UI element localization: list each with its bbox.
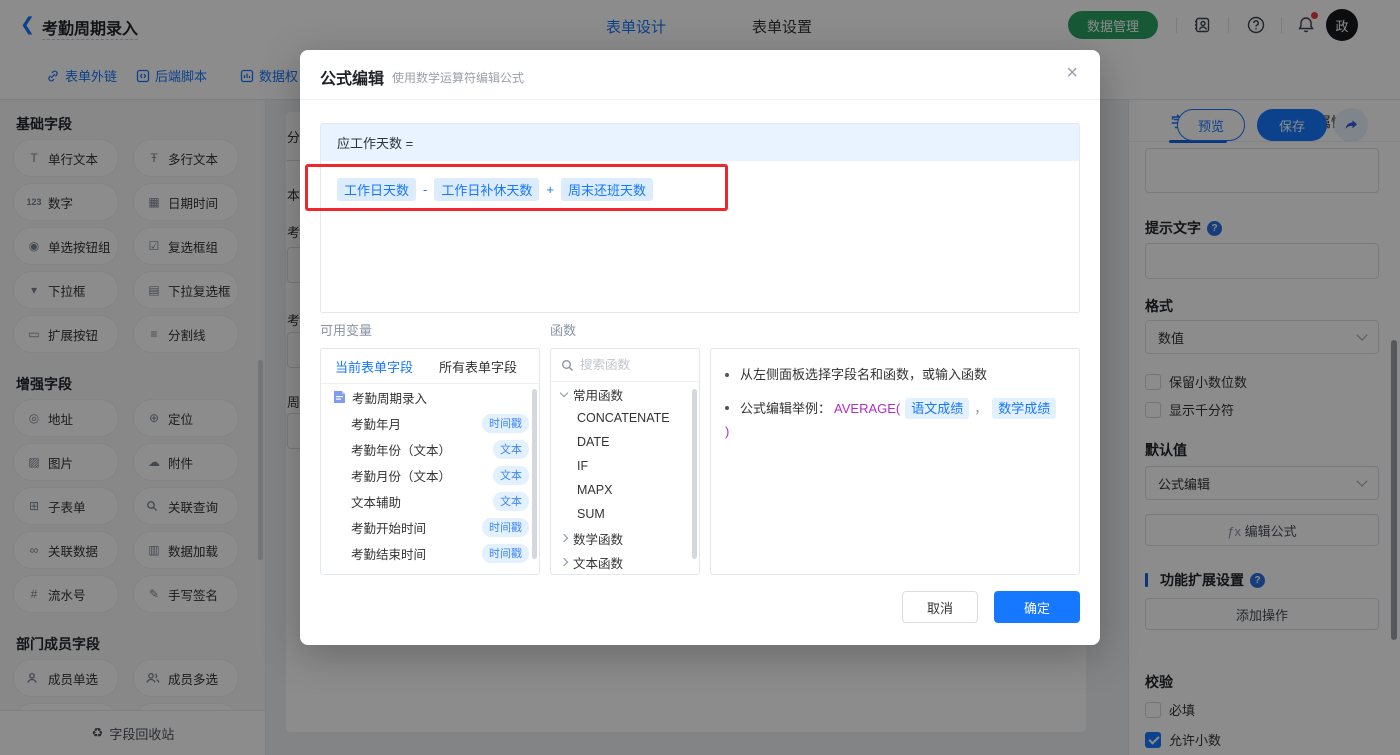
formula-operator: + <box>546 182 554 197</box>
help-line-2: 公式编辑举例： AVERAGE( 语文成绩 ， 数学成绩 ) <box>725 397 1065 442</box>
type-badge: 时间戳 <box>482 413 529 433</box>
function-item[interactable]: SUM <box>551 502 699 526</box>
modal-subtitle: 使用数学运算符编辑公式 <box>392 71 525 85</box>
tab-current-form-fields[interactable]: 当前表单字段 <box>335 357 413 376</box>
confirm-button[interactable]: 确定 <box>994 591 1080 623</box>
function-item[interactable]: CONCATENATE <box>551 406 699 430</box>
search-icon <box>562 359 573 371</box>
example-field-pill: 语文成绩 <box>905 397 970 419</box>
example-function-name: AVERAGE( <box>834 400 901 416</box>
type-badge: 时间戳 <box>482 543 529 563</box>
variables-scrollbar[interactable] <box>532 389 537 559</box>
chevron-down-icon <box>559 388 569 397</box>
functions-panel: 常用函数 CONCATENATE DATE IF MAPX SUM 数学函数 文… <box>550 348 700 575</box>
formula-field-token[interactable]: 工作日补休天数 <box>434 178 540 201</box>
chevron-right-icon <box>559 533 569 543</box>
variable-row[interactable]: 考勤结束时间 时间戳 <box>321 540 539 566</box>
functions-scrollbar[interactable] <box>692 389 697 559</box>
type-badge: 时间戳 <box>482 517 529 537</box>
formula-operator: - <box>423 182 428 197</box>
example-field-pill: 数学成绩 <box>992 397 1057 419</box>
formula-editor-modal: 公式编辑 使用数学运算符编辑公式 × 应工作天数 = 工作日天数 - 工作日补休… <box>300 50 1100 645</box>
app-root: ❮ 考勤周期录入 表单设计 表单设置 数据管理 政 表单外链 后端脚本 数据权 … <box>0 0 1400 755</box>
variable-row[interactable]: 考勤年份（文本） 文本 <box>321 436 539 462</box>
formula-expression[interactable]: 工作日天数 - 工作日补休天数 + 周末还班天数 <box>321 161 1079 218</box>
type-badge: 文本 <box>493 491 529 511</box>
function-group-math[interactable]: 数学函数 <box>551 526 699 550</box>
function-item[interactable]: DATE <box>551 430 699 454</box>
close-icon[interactable]: × <box>1066 63 1078 83</box>
type-badge: 文本 <box>493 439 529 459</box>
type-badge: 文本 <box>493 465 529 485</box>
function-group-common[interactable]: 常用函数 <box>551 382 699 406</box>
formula-field-token[interactable]: 周末还班天数 <box>560 178 653 201</box>
variable-row[interactable]: 文本辅助 文本 <box>321 488 539 514</box>
function-group-text[interactable]: 文本函数 <box>551 550 699 574</box>
function-item[interactable]: MAPX <box>551 478 699 502</box>
variables-label: 可用变量 <box>320 323 373 338</box>
variable-row[interactable]: 考勤年月 时间戳 <box>321 410 539 436</box>
formula-field-token[interactable]: 工作日天数 <box>337 178 417 201</box>
formula-target: 应工作天数 = <box>321 124 1079 161</box>
variables-tabs: 当前表单字段 所有表单字段 <box>321 349 539 384</box>
variables-panel: 当前表单字段 所有表单字段 考勤周期录入 考勤年月 时间戳 考勤年份（文本） 文本 … <box>320 348 540 575</box>
modal-title: 公式编辑 <box>320 71 385 88</box>
variable-row-partial[interactable] <box>321 566 539 574</box>
functions-label: 函数 <box>550 323 577 338</box>
cancel-button[interactable]: 取消 <box>902 591 978 623</box>
form-doc-icon <box>334 391 345 403</box>
variable-row[interactable]: 考勤月份（文本） 文本 <box>321 462 539 488</box>
chevron-right-icon <box>559 557 569 567</box>
formula-editor-area[interactable]: 应工作天数 = 工作日天数 - 工作日补休天数 + 周末还班天数 <box>320 123 1080 313</box>
function-search-input[interactable] <box>580 358 680 372</box>
modal-footer: 取消 确定 <box>902 591 1080 623</box>
variables-root-row[interactable]: 考勤周期录入 <box>321 384 539 410</box>
variable-row[interactable]: 考勤开始时间 时间戳 <box>321 514 539 540</box>
help-line-1: 从左侧面板选择字段名和函数，或输入函数 <box>725 365 1065 385</box>
help-panel: 从左侧面板选择字段名和函数，或输入函数 公式编辑举例： AVERAGE( 语文成… <box>710 348 1080 575</box>
modal-header: 公式编辑 使用数学运算符编辑公式 × <box>300 50 1100 100</box>
function-item[interactable]: IF <box>551 454 699 478</box>
function-search[interactable] <box>551 349 699 382</box>
tab-all-form-fields[interactable]: 所有表单字段 <box>439 357 517 376</box>
